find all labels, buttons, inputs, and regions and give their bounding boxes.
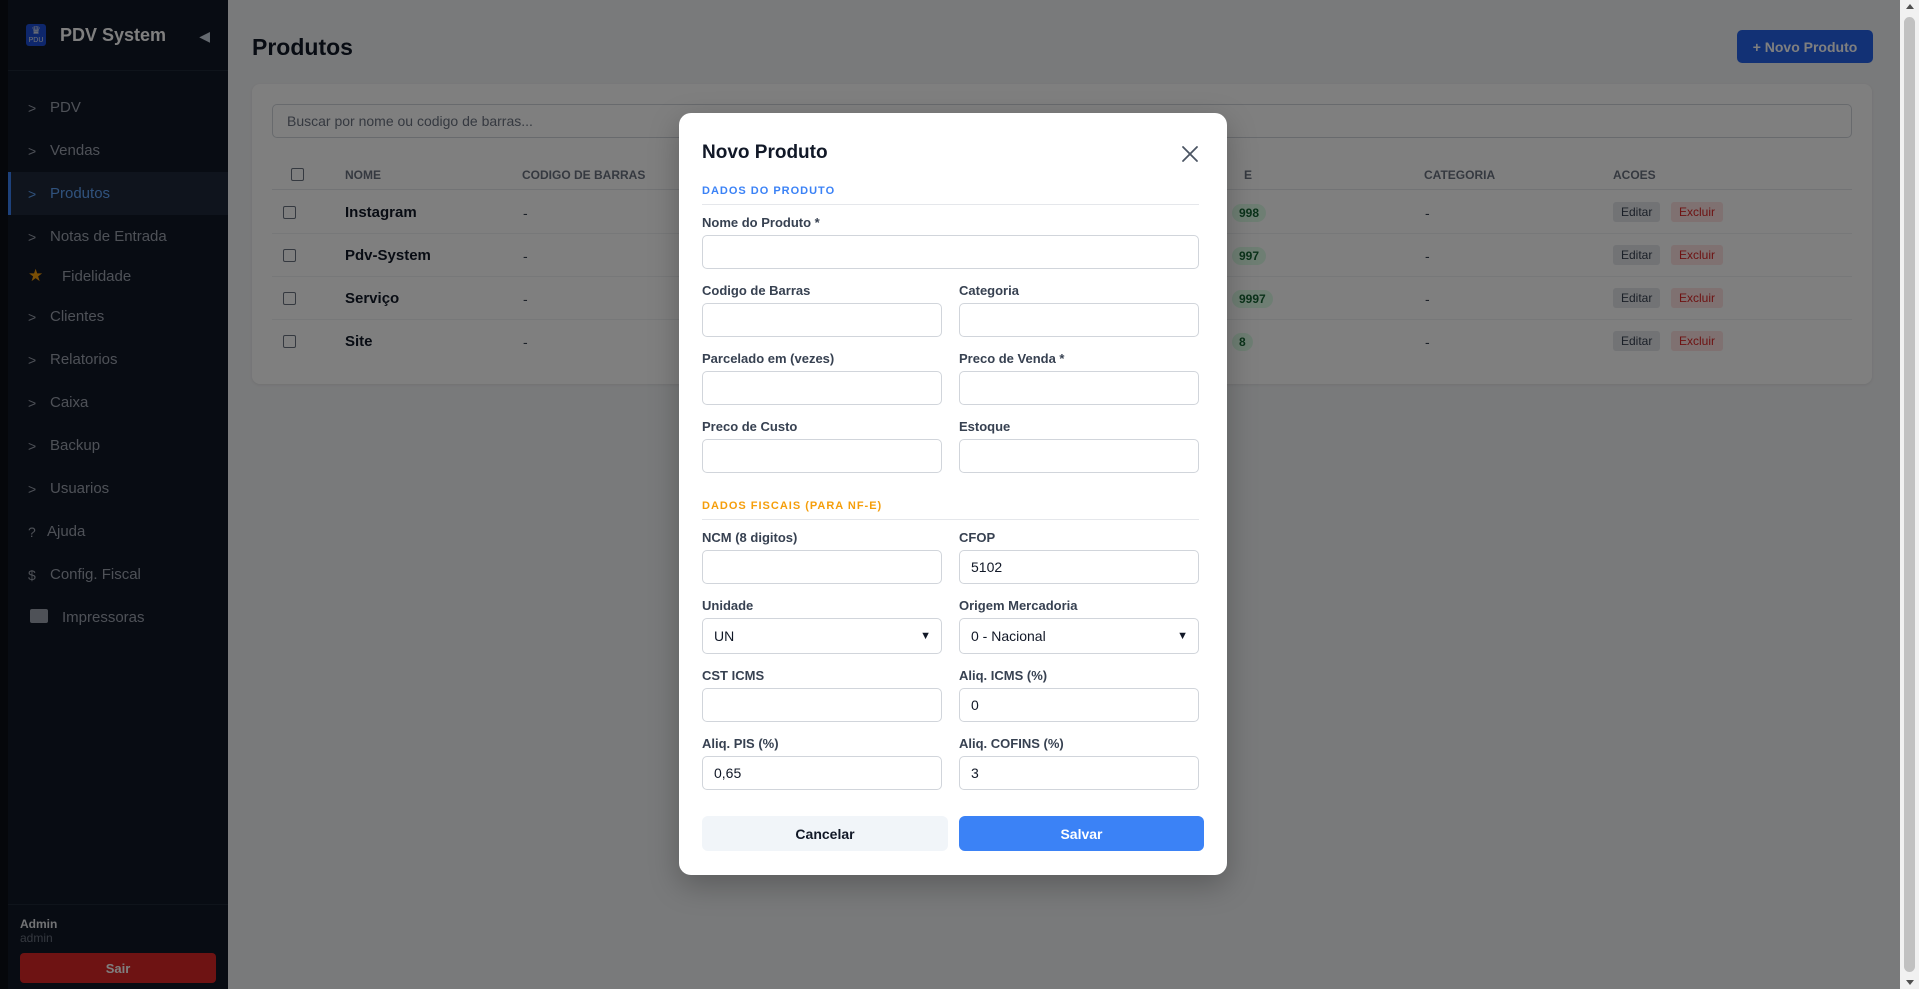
field-label-cfop: CFOP: [959, 530, 996, 545]
field-label-unidade: Unidade: [702, 598, 754, 613]
ncm-input[interactable]: [702, 550, 942, 584]
field-label-ncm: NCM (8 digitos): [702, 530, 798, 545]
field-label-estoque: Estoque: [959, 419, 1011, 434]
installments-input[interactable]: [702, 371, 942, 405]
chevron-down-icon: ▼: [920, 630, 931, 642]
section-product-data: DADOS DO PRODUTO: [702, 185, 1199, 205]
unit-select-value: UN: [714, 628, 735, 644]
sale-price-input[interactable]: [959, 371, 1199, 405]
barcode-input[interactable]: [702, 303, 942, 337]
field-label-codigo: Codigo de Barras: [702, 283, 811, 298]
field-label-cst-icms: CST ICMS: [702, 668, 765, 683]
field-label-aliq-pis: Aliq. PIS (%): [702, 736, 779, 751]
field-label-origem: Origem Mercadoria: [959, 598, 1078, 613]
cst-icms-input[interactable]: [702, 688, 942, 722]
scrollbar-thumb[interactable]: [1904, 17, 1915, 972]
field-label-preco-venda: Preco de Venda *: [959, 351, 1065, 366]
field-label-aliq-icms: Aliq. ICMS (%): [959, 668, 1048, 683]
scroll-down-arrow-icon[interactable]: [1906, 980, 1914, 985]
stock-input[interactable]: [959, 439, 1199, 473]
cofins-rate-input[interactable]: [959, 756, 1199, 790]
category-input[interactable]: [959, 303, 1199, 337]
origin-select-value: 0 - Nacional: [971, 628, 1046, 644]
chevron-down-icon: ▼: [1177, 630, 1188, 642]
page-scrollbar[interactable]: [1900, 0, 1919, 989]
field-label-preco-custo: Preco de Custo: [702, 419, 798, 434]
cost-price-input[interactable]: [702, 439, 942, 473]
field-label-nome: Nome do Produto *: [702, 215, 820, 230]
close-icon[interactable]: [1179, 143, 1201, 165]
field-label-categoria: Categoria: [959, 283, 1019, 298]
field-label-parcelado: Parcelado em (vezes): [702, 351, 835, 366]
modal-title: Novo Produto: [702, 142, 828, 163]
product-name-input[interactable]: [702, 235, 1199, 269]
cfop-input[interactable]: [959, 550, 1199, 584]
origin-select[interactable]: 0 - Nacional ▼: [959, 618, 1199, 654]
save-button[interactable]: Salvar: [959, 816, 1204, 851]
pis-rate-input[interactable]: [702, 756, 942, 790]
cancel-button[interactable]: Cancelar: [702, 816, 948, 851]
new-product-modal: Novo Produto DADOS DO PRODUTO Nome do Pr…: [679, 113, 1227, 875]
scroll-up-arrow-icon[interactable]: [1906, 4, 1914, 9]
unit-select[interactable]: UN ▼: [702, 618, 942, 654]
field-label-aliq-cofins: Aliq. COFINS (%): [959, 736, 1064, 751]
icms-rate-input[interactable]: [959, 688, 1199, 722]
section-fiscal-data: DADOS FISCAIS (PARA NF-E): [702, 500, 1199, 520]
